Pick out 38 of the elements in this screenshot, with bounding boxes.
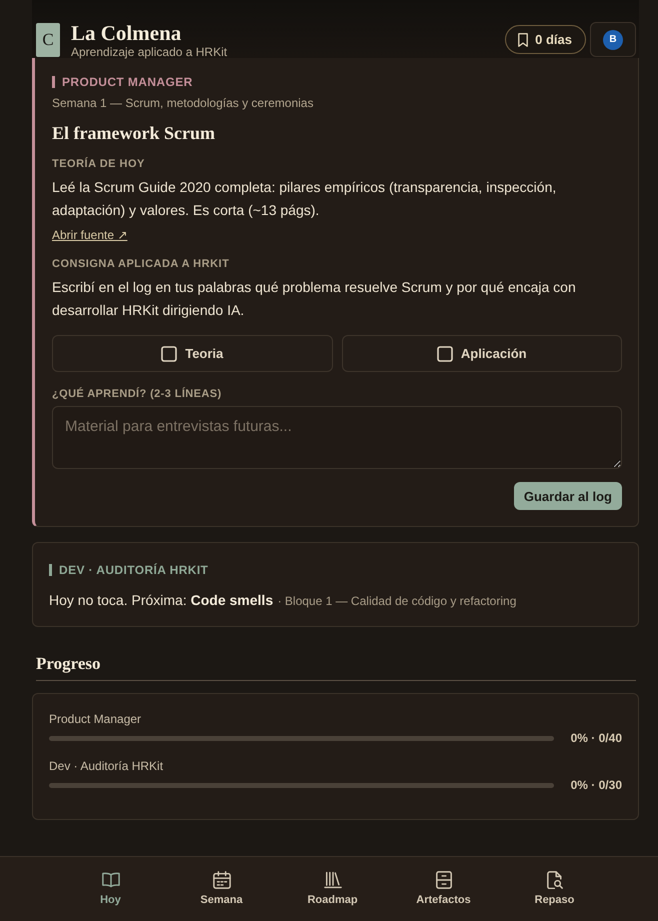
nav-tab[interactable]: Artefactos — [388, 857, 499, 907]
progress-label: Product Manager — [49, 711, 142, 727]
progress-reading: 0% · 0/40 — [570, 731, 622, 745]
message-text: Hoy no toca. Próxima: Code smells — [49, 592, 274, 608]
logo: C — [36, 23, 60, 57]
app-title: La Colmena — [71, 22, 182, 44]
section-text: Leé la Scrum Guide 2020 completa: pilares empíricos (transparencia, inspección, adaptación) y valores. Es corta (~13 págs). — [52, 178, 558, 220]
check-button[interactable]: Teoria — [52, 335, 332, 372]
book-icon — [102, 871, 120, 889]
nav-tab[interactable]: Roadmap — [277, 857, 388, 907]
progress-reading: 0% · 0/30 — [570, 778, 622, 792]
app-subtitle: Aprendizaje aplicado a HRKit — [71, 45, 228, 59]
week-text: Semana 1 — Scrum, metodologías y ceremonias — [52, 95, 314, 111]
calendar-icon — [212, 871, 230, 889]
section-text: Escribí en el log en tus palabras qué problema resuelve Scrum y por qué encaja con desarrollar HRKit dirigiendo IA. — [52, 278, 577, 320]
avatar: B — [603, 30, 623, 50]
nav-tab[interactable]: Hoy — [55, 857, 166, 907]
streak-button[interactable]: 0 días — [505, 25, 586, 54]
bookmark-icon — [518, 32, 528, 46]
profile-button[interactable]: B — [590, 22, 636, 57]
nav-tab[interactable]: Semana — [166, 857, 277, 907]
source-link[interactable]: Abrir fuente ↗ — [52, 228, 128, 242]
section-heading: CONSIGNA APLICADA A HRKIT — [52, 257, 230, 272]
save-button[interactable]: Guardar al log — [514, 482, 622, 510]
cabinet-icon — [434, 871, 452, 889]
lesson-title: El framework Scrum — [52, 122, 216, 145]
progress-label: Dev · Auditoría HRKit — [49, 758, 164, 774]
track-label: PRODUCT MANAGER — [62, 74, 193, 90]
notes-label: ¿QUÉ APRENDÍ? (2-3 LÍNEAS) — [52, 386, 223, 402]
check-button[interactable]: Aplicación — [342, 335, 622, 372]
notes-field[interactable]: Material para entrevistas futuras... — [52, 406, 622, 469]
track-label: DEV · AUDITORÍA HRKIT — [59, 562, 208, 578]
books-icon — [324, 871, 342, 889]
progress-heading: Progreso — [36, 653, 636, 681]
section-heading: TEORÍA DE HOY — [52, 156, 146, 172]
document-search-icon — [546, 871, 564, 889]
nav-tab[interactable]: Repaso — [499, 857, 610, 907]
detail-text: · Bloque 1 — Calidad de código y refactoring — [278, 594, 516, 608]
